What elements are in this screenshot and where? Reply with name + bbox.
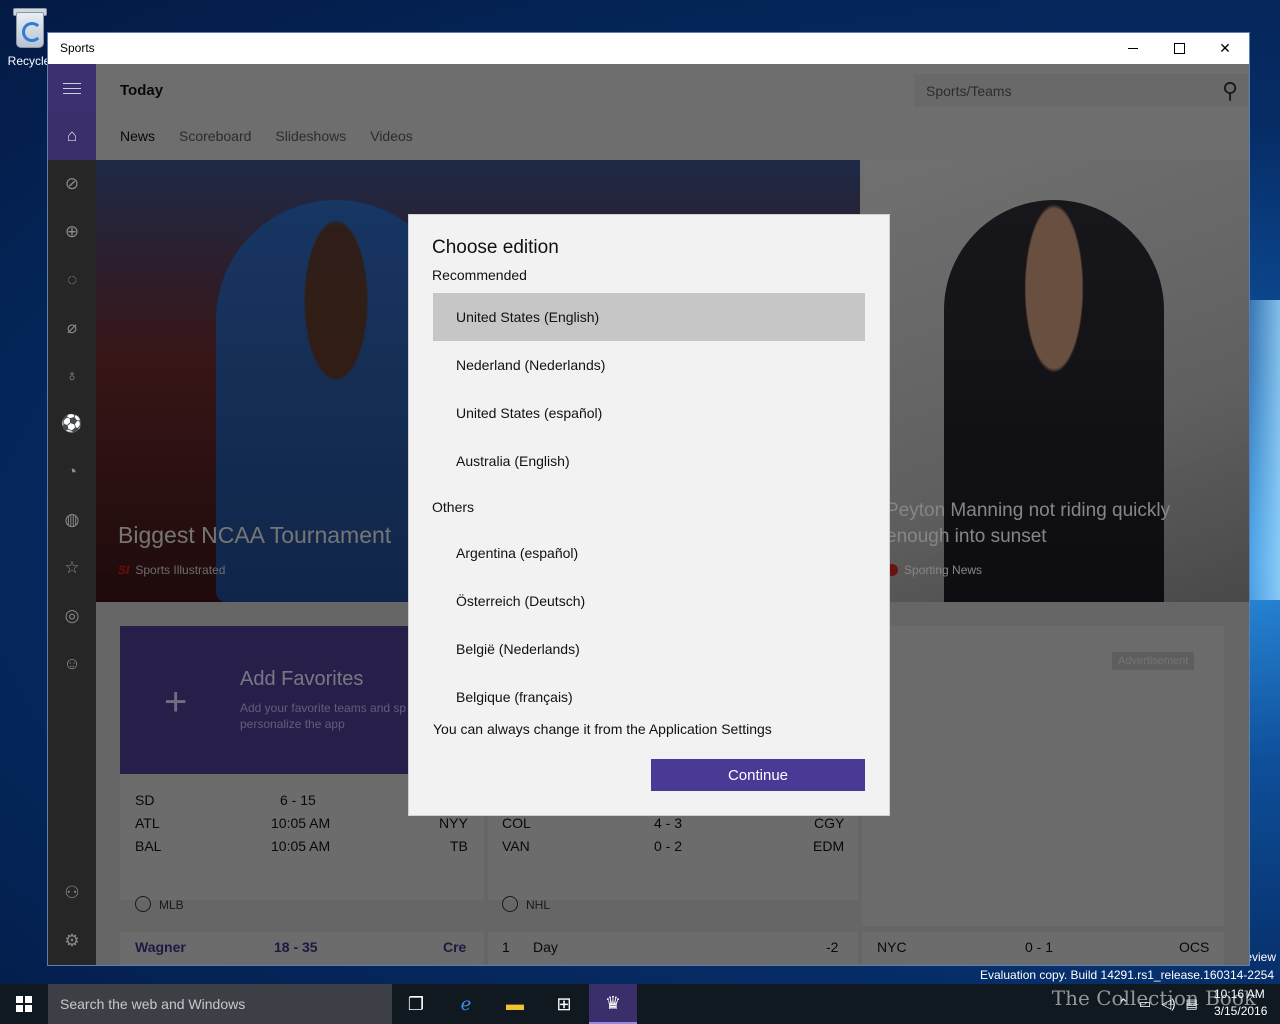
minimize-button[interactable] bbox=[1110, 33, 1156, 64]
close-button[interactable]: ✕ bbox=[1202, 33, 1248, 64]
nav-fantasy[interactable]: ☺ bbox=[48, 640, 96, 688]
tennis-ball-icon: ◍ bbox=[64, 510, 80, 529]
gear-icon: ⚙ bbox=[64, 931, 80, 950]
soccer-ball-icon: ⚽ bbox=[61, 414, 83, 433]
edition-option[interactable]: United States (español) bbox=[433, 389, 865, 437]
edge-browser-icon: ℯ bbox=[460, 993, 472, 1014]
nav-more-sports[interactable]: ◎ bbox=[48, 592, 96, 640]
nav-favorites[interactable]: ☆ bbox=[48, 544, 96, 592]
settings-note: You can always change it from the Applic… bbox=[433, 721, 772, 737]
task-view-icon: ❐ bbox=[407, 993, 425, 1014]
folder-icon: ▬ bbox=[506, 993, 524, 1014]
sports-app-taskbar-button[interactable]: ♛ bbox=[589, 984, 637, 1024]
hockey-stick-icon: ⌀ bbox=[66, 318, 78, 337]
hamburger-icon bbox=[63, 79, 81, 98]
store-bag-icon: ⊞ bbox=[556, 993, 572, 1014]
person-icon: ⚇ bbox=[64, 883, 80, 902]
edition-option[interactable]: Australia (English) bbox=[433, 437, 865, 485]
watermark-text: The Collection Book bbox=[1051, 986, 1256, 1010]
maximize-icon bbox=[1173, 43, 1185, 54]
nav-hockey[interactable]: ⌀ bbox=[48, 304, 96, 352]
edition-option[interactable]: Österreich (Deutsch) bbox=[433, 577, 865, 625]
edition-option[interactable]: België (Nederlands) bbox=[433, 625, 865, 673]
star-list-icon: ☆ bbox=[64, 558, 80, 577]
evaluation-copy-text: Evaluation copy. Build 14291.rs1_release… bbox=[980, 968, 1274, 982]
minimize-icon bbox=[1128, 48, 1138, 49]
window-title: Sports bbox=[60, 41, 95, 55]
speedometer-icon: ◔ bbox=[66, 462, 78, 481]
navigation-rail: ⌂ ⊘ ⊕ ◌ ⌀ ♁ ⚽ ◔ ◍ ☆ ◎ ☺ ⚇ ⚙ bbox=[48, 64, 96, 965]
nav-explore[interactable]: ⊘ bbox=[48, 160, 96, 208]
store-button[interactable]: ⊞ bbox=[540, 984, 588, 1024]
hamburger-menu-button[interactable] bbox=[48, 64, 96, 112]
window-titlebar[interactable]: Sports ✕ bbox=[48, 33, 1249, 64]
nav-soccer[interactable]: ⚽ bbox=[48, 400, 96, 448]
file-explorer-button[interactable]: ▬ bbox=[491, 984, 539, 1024]
baseball-icon: ◌ bbox=[66, 270, 78, 289]
trophy-icon: ♛ bbox=[604, 992, 622, 1013]
windows-logo-icon bbox=[16, 996, 32, 1012]
nav-tennis[interactable]: ◍ bbox=[48, 496, 96, 544]
volleyball-icon: ◎ bbox=[64, 606, 80, 625]
taskbar-search-input[interactable]: Search the web and Windows bbox=[60, 996, 245, 1012]
close-icon: ✕ bbox=[1219, 40, 1231, 56]
choose-edition-dialog: Choose edition Recommended United States… bbox=[408, 214, 890, 816]
taskbar-search-box[interactable]: Search the web and Windows bbox=[48, 984, 392, 1024]
golf-icon: ♁ bbox=[65, 366, 79, 385]
home-icon: ⌂ bbox=[66, 126, 78, 145]
task-view-button[interactable]: ❐ bbox=[392, 984, 440, 1024]
smiley-icon: ☺ bbox=[63, 654, 81, 673]
nav-golf[interactable]: ♁ bbox=[48, 352, 96, 400]
edition-option[interactable]: United States (English) bbox=[433, 293, 865, 341]
start-button[interactable] bbox=[0, 984, 48, 1024]
continue-button[interactable]: Continue bbox=[651, 759, 865, 791]
edge-button[interactable]: ℯ bbox=[442, 984, 490, 1024]
others-heading: Others bbox=[432, 499, 475, 515]
recommended-heading: Recommended bbox=[432, 267, 527, 283]
edition-option[interactable]: Argentina (español) bbox=[433, 529, 865, 577]
compass-icon: ⊘ bbox=[64, 174, 80, 193]
nav-basketball[interactable]: ⊕ bbox=[48, 208, 96, 256]
edition-option[interactable]: Belgique (français) bbox=[433, 673, 865, 721]
basketball-icon: ⊕ bbox=[64, 222, 80, 241]
nav-racing[interactable]: ◔ bbox=[48, 448, 96, 496]
recycle-bin-icon bbox=[11, 6, 47, 52]
dialog-title: Choose edition bbox=[432, 237, 559, 258]
nav-home[interactable]: ⌂ bbox=[48, 112, 96, 160]
nav-baseball[interactable]: ◌ bbox=[48, 256, 96, 304]
edition-option[interactable]: Nederland (Nederlands) bbox=[433, 341, 865, 389]
maximize-button[interactable] bbox=[1156, 33, 1202, 64]
nav-settings[interactable]: ⚙ bbox=[48, 917, 96, 965]
nav-account[interactable]: ⚇ bbox=[48, 869, 96, 917]
